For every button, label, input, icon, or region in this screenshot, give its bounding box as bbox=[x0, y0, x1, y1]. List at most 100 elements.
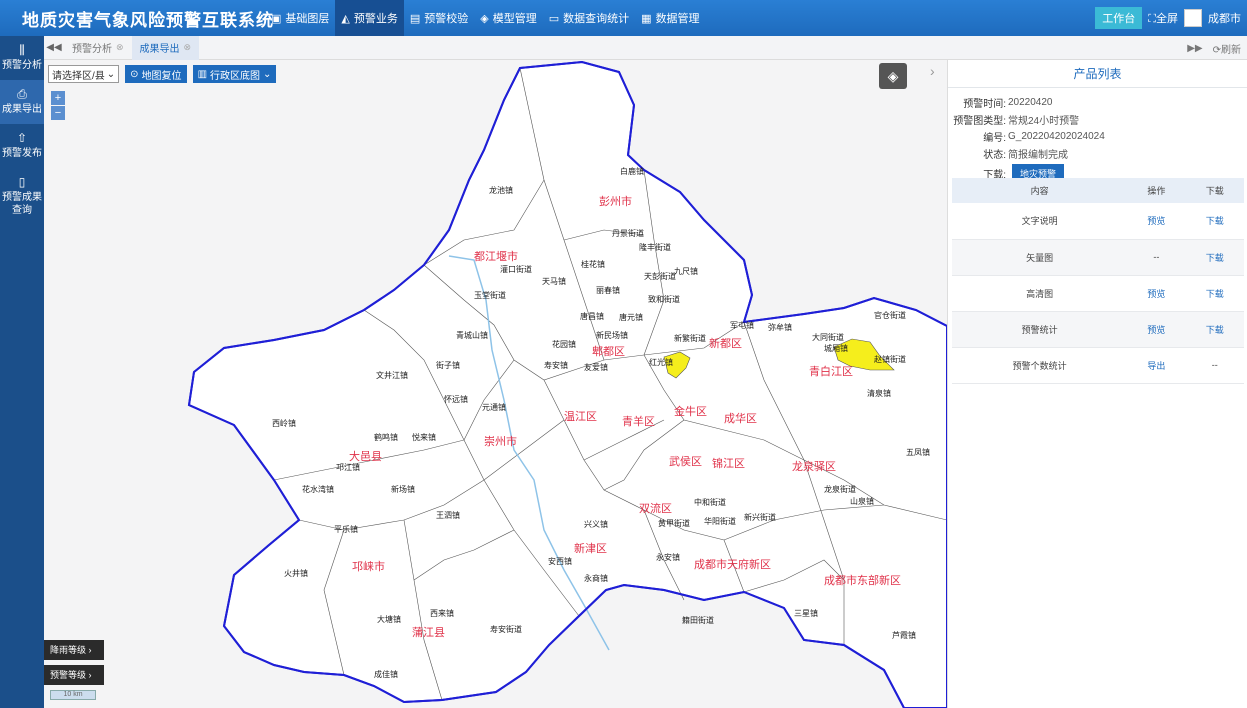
tab-actions: ▶▶ ⟳刷新 bbox=[1187, 36, 1241, 60]
town-label: 丽春镇 bbox=[596, 285, 620, 295]
town-label: 新民场镇 bbox=[596, 330, 628, 340]
close-icon[interactable]: ⊗ bbox=[184, 42, 192, 53]
town-label: 青城山镇 bbox=[456, 330, 488, 340]
crosshair-icon: ⊙ bbox=[130, 68, 139, 80]
tab-bar: ◀◀ 预警分析 ⊗ 成果导出 ⊗ ▶▶ ⟳刷新 bbox=[44, 35, 1247, 60]
tab-warning-analysis[interactable]: 预警分析 ⊗ bbox=[64, 36, 132, 60]
chevron-down-icon: ⌄ bbox=[106, 68, 116, 80]
nav-label: 基础图层 bbox=[285, 13, 330, 25]
district-label: 金牛区 bbox=[674, 404, 707, 418]
type-label: 预警图类型: bbox=[953, 116, 1006, 127]
warning-level-button[interactable]: 预警等级 › bbox=[44, 665, 104, 685]
zoom-in-button[interactable]: + bbox=[51, 91, 65, 105]
refresh-icon: ⟳ bbox=[1212, 44, 1221, 56]
town-label: 天彭街道 bbox=[644, 271, 676, 281]
district-select-value: 请选择区/县 bbox=[52, 70, 105, 82]
tabs-scroll-right-icon[interactable]: ▶▶ bbox=[1187, 43, 1202, 54]
nav-model-management[interactable]: ◈ 模型管理 bbox=[474, 0, 542, 36]
refresh-button[interactable]: ⟳刷新 bbox=[1213, 41, 1241, 56]
panel-toggle-button[interactable]: › bbox=[930, 63, 944, 85]
product-table: 内容 操作 下载 文字说明 预览 下载 矢量图 -- 下载 高清图 预览 下载 bbox=[952, 178, 1244, 384]
sidebar-item-query[interactable]: ▯ 预警成果查询 bbox=[0, 168, 44, 225]
town-label: 九尺镇 bbox=[674, 266, 698, 276]
nav-warning-check[interactable]: ▤ 预警校验 bbox=[404, 0, 474, 36]
preview-link[interactable]: 预览 bbox=[1127, 275, 1186, 312]
basemap-label: 行政区底图 bbox=[210, 70, 261, 82]
town-label: 西岭镇 bbox=[272, 418, 296, 428]
rain-level-label: 降雨等级 bbox=[50, 645, 87, 655]
content-cell: 预警个数统计 bbox=[952, 347, 1128, 384]
table-header: 内容 bbox=[952, 178, 1128, 203]
query-icon: ▯ bbox=[18, 175, 26, 189]
sidebar-item-export[interactable]: ⎙ 成果导出 bbox=[0, 80, 44, 124]
city-label[interactable]: 成都市 bbox=[1208, 10, 1241, 26]
empty-cell: -- bbox=[1185, 347, 1244, 384]
header-actions: 工作台 ⛶全屏 成都市 bbox=[1095, 0, 1241, 36]
nav-base-layers[interactable]: ▣ 基础图层 bbox=[265, 0, 335, 36]
preview-link[interactable]: 预览 bbox=[1127, 203, 1186, 240]
zoom-controls: + − bbox=[51, 91, 65, 121]
basemap-select-button[interactable]: ▥ 行政区底图 ⌄ bbox=[192, 65, 277, 83]
chart-icon: ◭ bbox=[341, 12, 350, 25]
warning-level-label: 预警等级 bbox=[50, 670, 87, 680]
table-row: 预警统计 预览 下载 bbox=[952, 311, 1244, 348]
chat-icon: ▭ bbox=[548, 12, 560, 25]
town-label: 华阳街道 bbox=[704, 516, 736, 526]
rain-level-button[interactable]: 降雨等级 › bbox=[44, 640, 104, 660]
town-label: 花水湾镇 bbox=[302, 484, 334, 494]
layers-button[interactable]: ◈ bbox=[879, 63, 907, 89]
town-label: 三星镇 bbox=[794, 608, 818, 618]
nav-data-query[interactable]: ▭ 数据查询统计 bbox=[543, 0, 635, 36]
table-header: 操作 bbox=[1127, 178, 1186, 203]
export-link[interactable]: 导出 bbox=[1127, 347, 1186, 384]
district-label: 双流区 bbox=[639, 501, 672, 515]
town-label: 赵镇街道 bbox=[874, 354, 906, 364]
download-link[interactable]: 下载 bbox=[1185, 239, 1244, 276]
map-reset-label: 地图复位 bbox=[141, 70, 182, 82]
nav-warning-business[interactable]: ◭ 预警业务 bbox=[335, 0, 404, 36]
district-label: 成华区 bbox=[724, 411, 757, 425]
panel-title: 产品列表 bbox=[948, 60, 1247, 88]
district-select[interactable]: 请选择区/县 ⌄ bbox=[48, 65, 120, 83]
sidebar-item-publish[interactable]: ⇧ 预警发布 bbox=[0, 124, 44, 168]
publish-icon: ⇧ bbox=[16, 131, 28, 145]
map-reset-button[interactable]: ⊙ 地图复位 bbox=[125, 65, 187, 83]
town-label: 悦来镇 bbox=[412, 432, 436, 442]
district-label: 都江堰市 bbox=[474, 249, 518, 263]
scale-bar: 10 km bbox=[50, 690, 96, 700]
id-value: G_202204202024024 bbox=[1008, 131, 1105, 142]
preview-link[interactable]: 预览 bbox=[1127, 311, 1186, 348]
fullscreen-label: 全屏 bbox=[1156, 13, 1178, 25]
chevron-right-icon: › bbox=[88, 670, 92, 680]
nav-data-management[interactable]: ▦ 数据管理 bbox=[635, 0, 705, 36]
workbench-button[interactable]: 工作台 bbox=[1095, 7, 1143, 29]
product-info: 预警时间: 20220420 预警图类型: 常规24小时预警 编号: G_202204… bbox=[948, 88, 1247, 184]
fullscreen-button[interactable]: ⛶全屏 bbox=[1148, 10, 1178, 26]
town-label: 安西镇 bbox=[548, 556, 572, 566]
district-label: 温江区 bbox=[564, 410, 597, 423]
tab-export[interactable]: 成果导出 ⊗ bbox=[131, 35, 200, 60]
town-label: 弥牟镇 bbox=[768, 322, 792, 332]
district-label: 武侯区 bbox=[669, 454, 702, 468]
avatar[interactable] bbox=[1184, 9, 1202, 27]
town-label: 寿安街道 bbox=[490, 624, 522, 634]
map-icon: ▥ bbox=[197, 68, 208, 80]
town-label: 黄甲街道 bbox=[658, 518, 690, 528]
town-label: 灌口街道 bbox=[500, 264, 532, 274]
sidebar-item-warning-analysis[interactable]: ⫼ 预警分析 bbox=[0, 36, 44, 80]
close-icon[interactable]: ⊗ bbox=[116, 42, 124, 53]
map-view[interactable]: 都江堰市 彭州市 新都区 郫都区 青白江区 温江区 金牛区 成华区 青羊区 崇州市 大邑县 武侯区 锦江… bbox=[44, 60, 947, 708]
tabs-scroll-left-icon[interactable]: ◀◀ bbox=[44, 42, 64, 53]
status-label: 状态: bbox=[983, 150, 1006, 161]
map-canvas[interactable]: 都江堰市 彭州市新都区郫都区青白江区温江区 金牛区成华区 青羊区崇州市大邑县 武侯区 锦江… bbox=[44, 60, 947, 708]
download-link[interactable]: 下载 bbox=[1185, 275, 1244, 312]
district-label: 崇州市 bbox=[484, 434, 517, 448]
app-title: 地质灾害气象风险预警互联系统 bbox=[22, 10, 274, 30]
town-label: 唐昌镇 bbox=[580, 311, 604, 321]
town-label: 文井江镇 bbox=[376, 370, 408, 380]
download-link[interactable]: 下载 bbox=[1185, 311, 1244, 348]
zoom-out-button[interactable]: − bbox=[51, 106, 65, 120]
download-link[interactable]: 下载 bbox=[1185, 203, 1244, 240]
district-label: 青羊区 bbox=[622, 414, 655, 428]
nav-label: 数据管理 bbox=[655, 13, 700, 25]
